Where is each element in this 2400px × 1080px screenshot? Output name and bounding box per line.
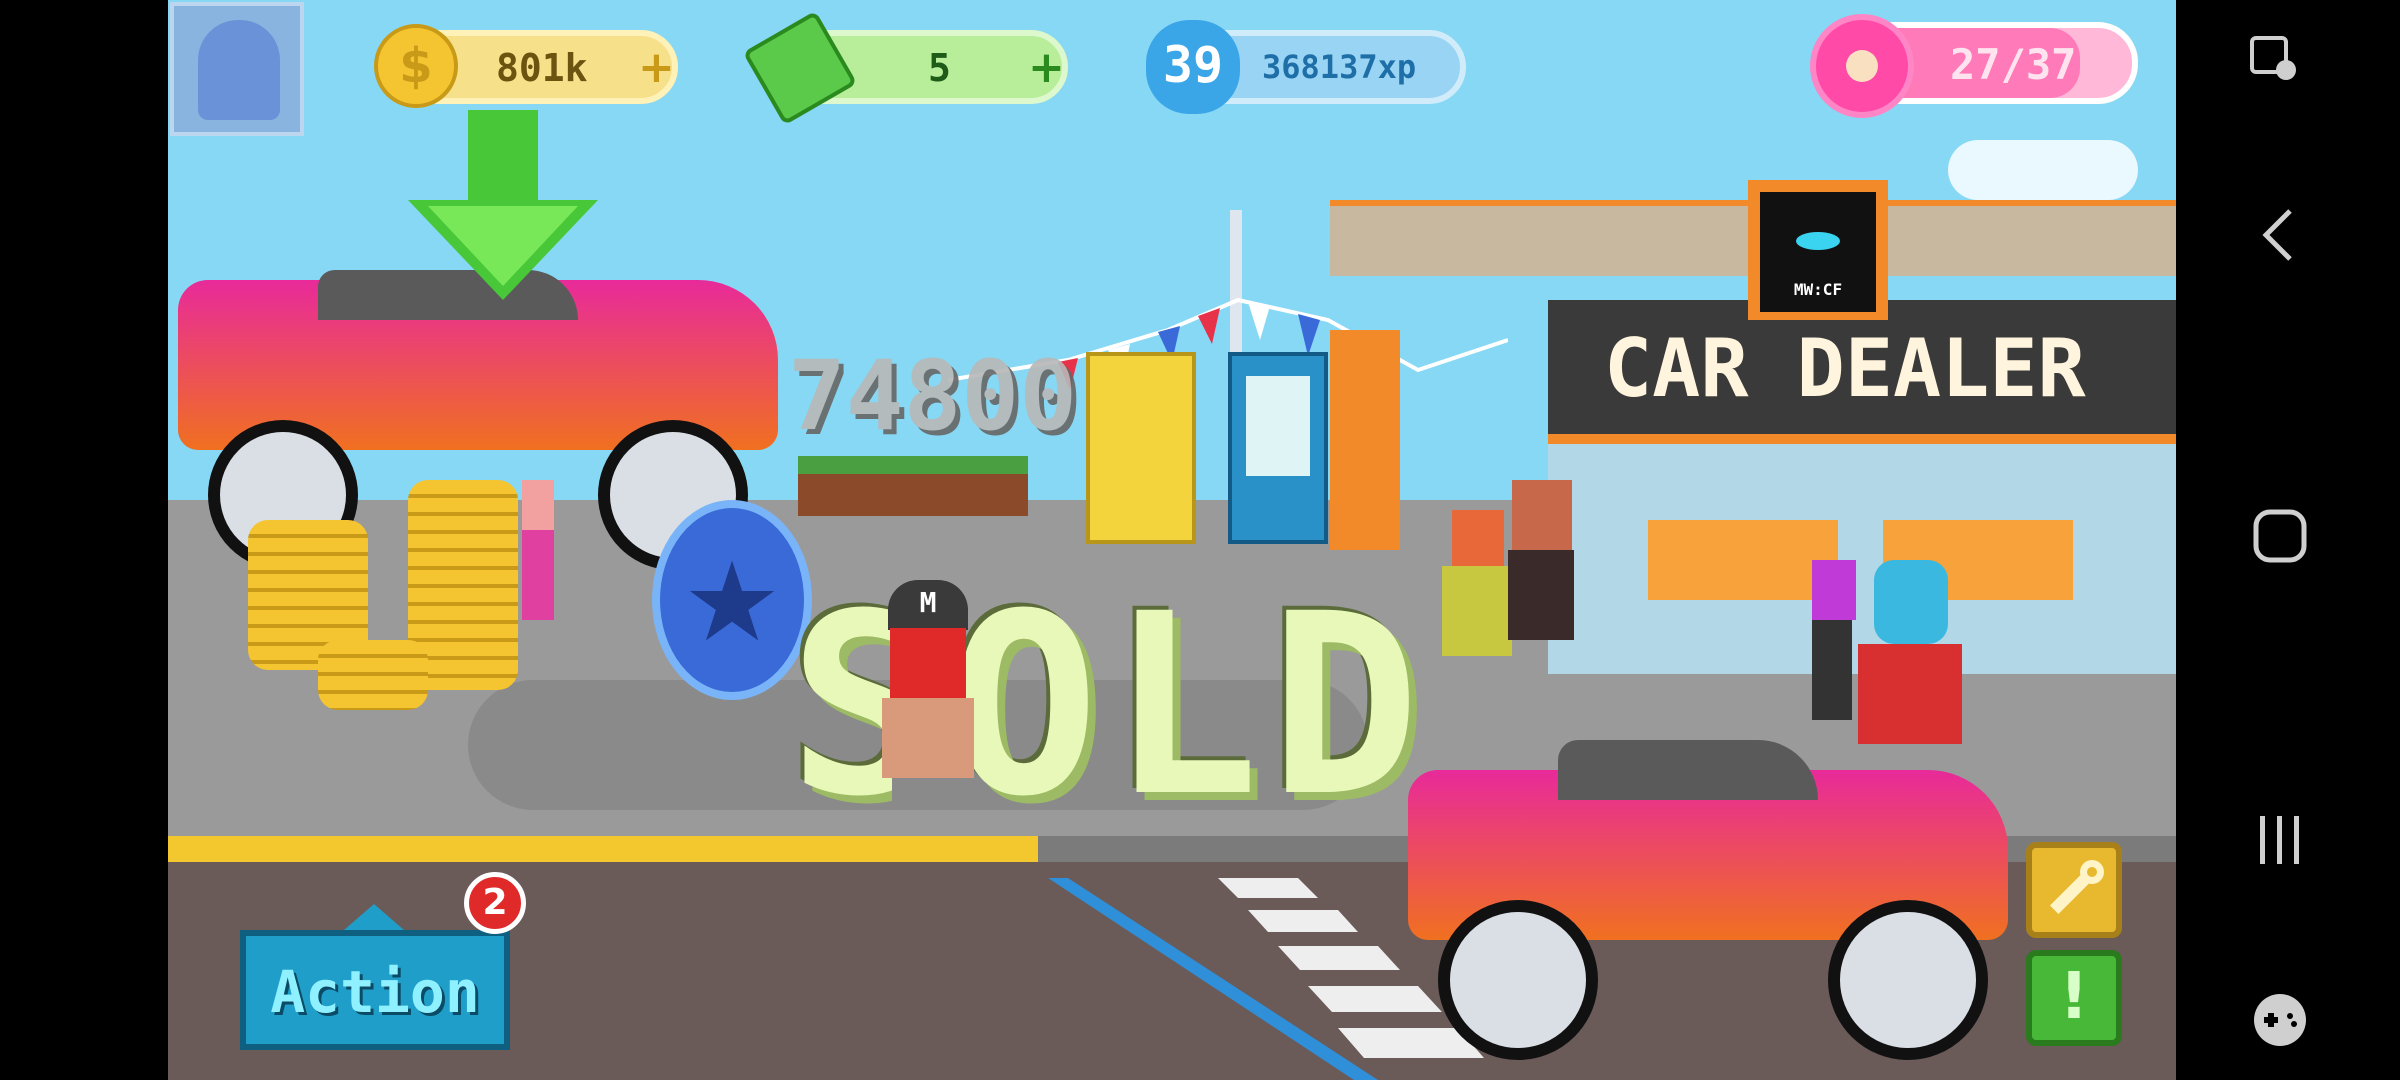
back-icon[interactable] xyxy=(2258,205,2298,265)
action-badge: 2 xyxy=(464,872,526,934)
donut-hole xyxy=(1846,50,1878,82)
energy-value: 27/37 xyxy=(1950,40,2077,89)
dealer-logo-tower: MW:CF xyxy=(1748,180,1888,320)
vending-machine-yellow[interactable] xyxy=(1086,352,1196,544)
vending-machine-blue[interactable] xyxy=(1228,352,1328,544)
player-legs xyxy=(892,778,964,806)
car-wheel xyxy=(1438,900,1598,1060)
xp-value: 368137xp xyxy=(1262,48,1417,86)
npc-head xyxy=(1452,510,1504,566)
planter-grass xyxy=(798,456,1028,474)
vending-window xyxy=(1246,376,1310,476)
customer-npc[interactable] xyxy=(1498,480,1578,670)
dealer-pillar xyxy=(1330,330,1400,550)
system-nav-bar xyxy=(2176,0,2400,1080)
coin-stack-icon xyxy=(318,640,428,710)
planter xyxy=(798,470,1028,516)
npc-head xyxy=(1812,560,1856,620)
cash-value: 5 xyxy=(928,46,951,90)
cash-bill-icon xyxy=(742,10,858,126)
donut-icon xyxy=(1810,14,1914,118)
home-icon[interactable] xyxy=(2252,508,2308,564)
add-coins-button[interactable]: + xyxy=(638,42,675,93)
upgrade-button[interactable] xyxy=(2026,842,2122,938)
npc-head xyxy=(1512,480,1572,550)
cash-counter[interactable]: 5 + xyxy=(742,10,1068,126)
alert-icon: ! xyxy=(2059,960,2089,1034)
npc-body xyxy=(522,530,554,620)
level-value: 39 xyxy=(1162,36,1224,94)
action-label: Action xyxy=(270,958,480,1026)
player-head xyxy=(890,628,966,698)
action-button[interactable]: Action xyxy=(240,930,510,1050)
player-cap-letter: M xyxy=(919,586,937,619)
wrench-icon xyxy=(2049,860,2104,915)
game-viewport[interactable]: CAR DEALER MW:CF ★ 74800 SOLD M $ 801k +… xyxy=(168,0,2176,1080)
customer-npc[interactable] xyxy=(1808,560,1858,730)
car-window xyxy=(1558,740,1818,800)
profile-avatar-button[interactable] xyxy=(170,2,304,136)
coin-icon: $ xyxy=(374,24,458,108)
dealer-logo-box: MW:CF xyxy=(1760,192,1876,312)
recents-icon[interactable] xyxy=(2254,812,2306,868)
car-wheel xyxy=(1828,900,1988,1060)
add-cash-button[interactable]: + xyxy=(1028,42,1065,93)
level-star-icon: 39 xyxy=(1146,20,1240,114)
npc-body xyxy=(1508,550,1574,640)
alert-button[interactable]: ! xyxy=(2026,950,2122,1046)
floating-sale-price: 74800 xyxy=(788,340,1077,452)
player-cap: M xyxy=(888,580,968,630)
ufo-icon xyxy=(1796,232,1840,250)
customer-car[interactable] xyxy=(1388,720,2028,1080)
npc-head xyxy=(1874,560,1948,644)
star-glyph: ★ xyxy=(682,538,782,666)
xp-counter[interactable]: 39 368137xp xyxy=(1146,20,1466,114)
energy-counter[interactable]: 27/37 xyxy=(1810,14,2138,118)
dealer-logo-text: MW:CF xyxy=(1793,280,1843,299)
down-arrow-icon xyxy=(408,110,598,300)
dealer-sign-text: CAR DEALER xyxy=(1604,322,2086,415)
coins-counter[interactable]: $ 801k + xyxy=(374,24,678,108)
player-body xyxy=(882,698,974,778)
cloud xyxy=(1948,140,2138,200)
dealer-sign-board: CAR DEALER xyxy=(1548,300,2176,444)
coins-value: 801k xyxy=(496,46,588,90)
player-character[interactable]: M xyxy=(868,580,988,810)
gamepad-icon[interactable] xyxy=(2250,990,2310,1050)
avatar-silhouette-icon xyxy=(198,20,280,120)
customer-npc[interactable] xyxy=(518,480,558,650)
touch-icon[interactable] xyxy=(2246,30,2306,90)
npc-head xyxy=(522,480,554,530)
npc-body xyxy=(1812,620,1852,720)
